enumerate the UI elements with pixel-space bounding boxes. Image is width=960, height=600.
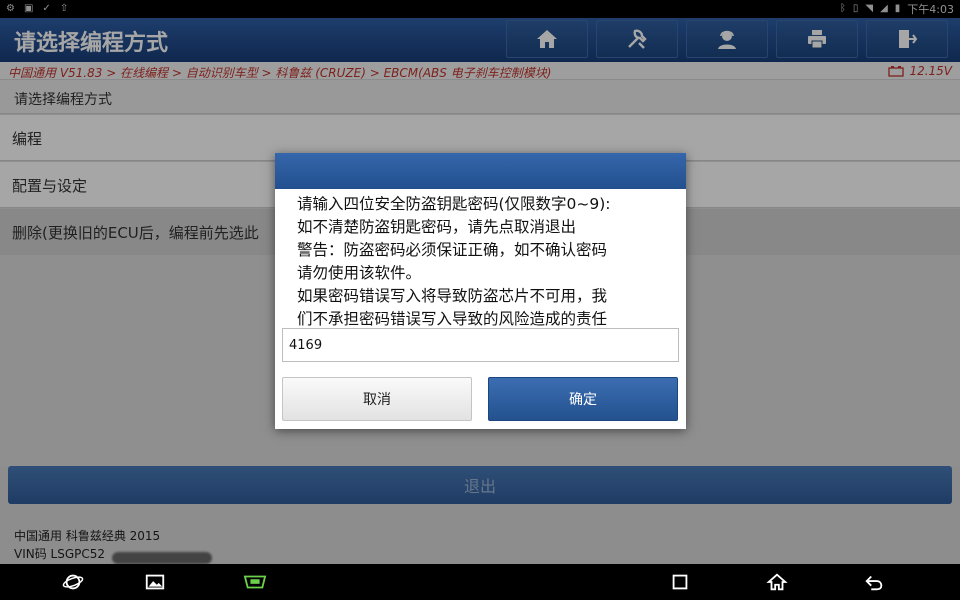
back-button[interactable] [862, 570, 886, 594]
dialog-message-line: 如果密码错误写入将导致防盗芯片不可用，我 [297, 287, 608, 305]
pin-input[interactable] [282, 328, 679, 362]
browser-button[interactable] [61, 570, 85, 594]
gallery-button[interactable] [143, 570, 167, 594]
back-icon [865, 575, 883, 591]
dialog-message-line: 请勿使用该软件。 [297, 264, 422, 282]
recent-apps-button[interactable] [668, 570, 692, 594]
cancel-button[interactable]: 取消 [282, 377, 472, 421]
navigation-bar [0, 564, 960, 600]
recent-apps-icon [672, 574, 688, 590]
home-icon [766, 573, 788, 591]
ok-button[interactable]: 确定 [488, 377, 678, 421]
vci-button[interactable] [241, 570, 269, 594]
dialog-titlebar [275, 153, 686, 189]
browser-icon [62, 574, 84, 590]
gallery-icon [145, 574, 165, 590]
dialog-message-line: 请输入四位安全防盗钥匙密码(仅限数字0~9): [297, 195, 611, 213]
vci-icon [243, 575, 267, 589]
dialog-message-line: 如不清楚防盗钥匙密码，请先点取消退出 [297, 218, 577, 236]
home-nav-button[interactable] [765, 570, 789, 594]
dialog-message: 请输入四位安全防盗钥匙密码(仅限数字0~9): 如不清楚防盗钥匙密码，请先点取消… [297, 193, 667, 331]
dialog-message-line: 警告：防盗密码必须保证正确，如不确认密码 [297, 241, 608, 259]
security-pin-dialog: 请输入四位安全防盗钥匙密码(仅限数字0~9): 如不清楚防盗钥匙密码，请先点取消… [275, 153, 686, 429]
